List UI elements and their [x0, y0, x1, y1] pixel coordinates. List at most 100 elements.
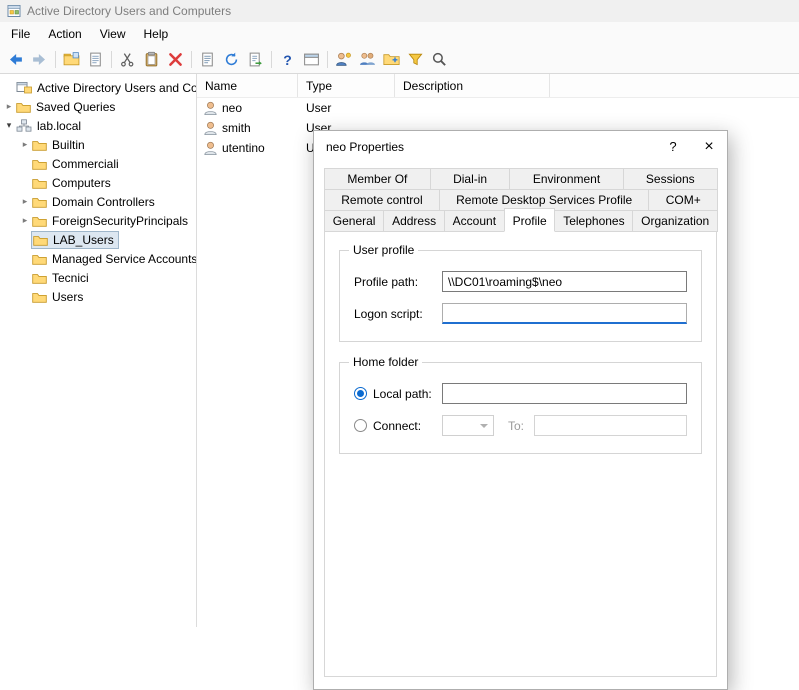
console-tree-pane: Active Directory Users and Computers Sav… [0, 74, 196, 627]
tree-item-builtin[interactable]: Builtin [0, 135, 196, 154]
back-icon[interactable] [4, 48, 27, 71]
tree-item-label: Users [52, 290, 83, 304]
properties-dialog: neo Properties ? × Member Of Dial-in Env… [313, 130, 728, 690]
help-icon[interactable]: ? [276, 48, 299, 71]
chevron-collapsed-icon[interactable] [18, 140, 32, 150]
create-ou-icon[interactable] [380, 48, 403, 71]
forward-icon[interactable] [28, 48, 51, 71]
local-path-label: Local path: [373, 387, 442, 401]
tab-profile[interactable]: Profile [504, 208, 556, 232]
copy-icon[interactable] [140, 48, 163, 71]
create-user-icon[interactable] [332, 48, 355, 71]
dialog-title: neo Properties [326, 140, 655, 154]
menu-view[interactable]: View [91, 24, 135, 44]
user-icon [204, 121, 217, 135]
tree-item-label: Commerciali [52, 157, 119, 171]
tree-item-label: LAB_Users [53, 233, 114, 247]
groupbox-legend: User profile [349, 243, 418, 257]
tab-environment[interactable]: Environment [509, 168, 623, 190]
tree-item-label: Domain Controllers [52, 195, 155, 209]
dialog-help-button[interactable]: ? [655, 131, 691, 162]
tree-item-root[interactable]: Active Directory Users and Computers [0, 78, 196, 97]
directory-root-icon [16, 81, 32, 94]
tree-item-label: Active Directory Users and Computers [37, 81, 196, 95]
set-filter-icon[interactable] [404, 48, 427, 71]
cell-name: utentino [222, 141, 265, 155]
folder-icon [16, 101, 31, 113]
logon-script-label: Logon script: [354, 307, 442, 321]
menu-help[interactable]: Help [135, 24, 178, 44]
toolbar: ? [0, 46, 799, 74]
user-profile-groupbox: User profile Profile path: Logon script: [339, 250, 702, 342]
chevron-expanded-icon[interactable] [2, 121, 16, 131]
column-header-name[interactable]: Name [197, 74, 298, 97]
show-console-tree-icon[interactable] [60, 48, 83, 71]
column-header-type[interactable]: Type [298, 74, 395, 97]
menu-file[interactable]: File [2, 24, 39, 44]
tab-telephones[interactable]: Telephones [554, 210, 633, 232]
tree-item-computers[interactable]: Computers [0, 173, 196, 192]
folder-icon [32, 272, 47, 284]
local-path-radio[interactable] [354, 387, 367, 400]
tree-item-saved-queries[interactable]: Saved Queries [0, 97, 196, 116]
selected-tree-item-highlight: LAB_Users [32, 232, 118, 248]
folder-icon [33, 234, 48, 246]
cut-icon[interactable] [116, 48, 139, 71]
connect-path-input [534, 415, 687, 436]
window-titlebar: Active Directory Users and Computers [0, 0, 799, 22]
folder-icon [32, 177, 47, 189]
tab-sessions[interactable]: Sessions [623, 168, 718, 190]
tab-member-of[interactable]: Member Of [324, 168, 431, 190]
tab-com-plus[interactable]: COM+ [648, 189, 718, 211]
toolbar-separator [191, 51, 192, 68]
window-title: Active Directory Users and Computers [27, 4, 231, 18]
tab-account[interactable]: Account [444, 210, 505, 232]
delete-icon[interactable] [164, 48, 187, 71]
connect-radio[interactable] [354, 419, 367, 432]
export-list-icon[interactable] [84, 48, 107, 71]
tab-address[interactable]: Address [383, 210, 445, 232]
menu-action[interactable]: Action [39, 24, 90, 44]
groupbox-legend: Home folder [349, 355, 422, 369]
logon-script-input[interactable] [442, 303, 687, 324]
tree-item-label: Tecnici [52, 271, 89, 285]
dialog-titlebar: neo Properties ? × [314, 131, 727, 162]
local-path-input[interactable] [442, 383, 687, 404]
refresh-icon[interactable] [220, 48, 243, 71]
tree-item-label: ForeignSecurityPrincipals [52, 214, 188, 228]
tree-item-label: lab.local [37, 119, 81, 133]
folder-icon [32, 158, 47, 170]
tab-remote-control[interactable]: Remote control [324, 189, 440, 211]
cell-name: smith [222, 121, 251, 135]
tree-item-lab-local[interactable]: lab.local [0, 116, 196, 135]
toolbar-separator [327, 51, 328, 68]
find-icon[interactable] [428, 48, 451, 71]
tab-row-2: Remote control Remote Desktop Services P… [324, 189, 717, 210]
mmc-app-icon [7, 4, 21, 18]
tree-item-domain-controllers[interactable]: Domain Controllers [0, 192, 196, 211]
tree-item-managed-service-accounts[interactable]: Managed Service Accounts [0, 249, 196, 268]
tree-item-users[interactable]: Users [0, 287, 196, 306]
tab-dial-in[interactable]: Dial-in [430, 168, 511, 190]
list-row-neo[interactable]: neo User [197, 98, 799, 118]
cell-type: User [298, 101, 395, 115]
tree-item-foreignsecurityprincipals[interactable]: ForeignSecurityPrincipals [0, 211, 196, 230]
tree-item-tecnici[interactable]: Tecnici [0, 268, 196, 287]
user-icon [204, 101, 217, 115]
create-group-icon[interactable] [356, 48, 379, 71]
tree-item-lab-users[interactable]: LAB_Users [0, 230, 196, 249]
user-icon [204, 141, 217, 155]
tab-organization[interactable]: Organization [632, 210, 718, 232]
tree-item-commerciali[interactable]: Commerciali [0, 154, 196, 173]
export-icon[interactable] [244, 48, 267, 71]
tab-strip: Member Of Dial-in Environment Sessions R… [314, 162, 727, 231]
properties-icon[interactable] [196, 48, 219, 71]
chevron-collapsed-icon[interactable] [18, 197, 32, 207]
dialog-close-button[interactable]: × [691, 131, 727, 162]
chevron-collapsed-icon[interactable] [2, 102, 16, 112]
column-header-description[interactable]: Description [395, 74, 550, 97]
chevron-collapsed-icon[interactable] [18, 216, 32, 226]
console-window-icon[interactable] [300, 48, 323, 71]
tab-general[interactable]: General [324, 210, 384, 232]
profile-path-input[interactable] [442, 271, 687, 292]
